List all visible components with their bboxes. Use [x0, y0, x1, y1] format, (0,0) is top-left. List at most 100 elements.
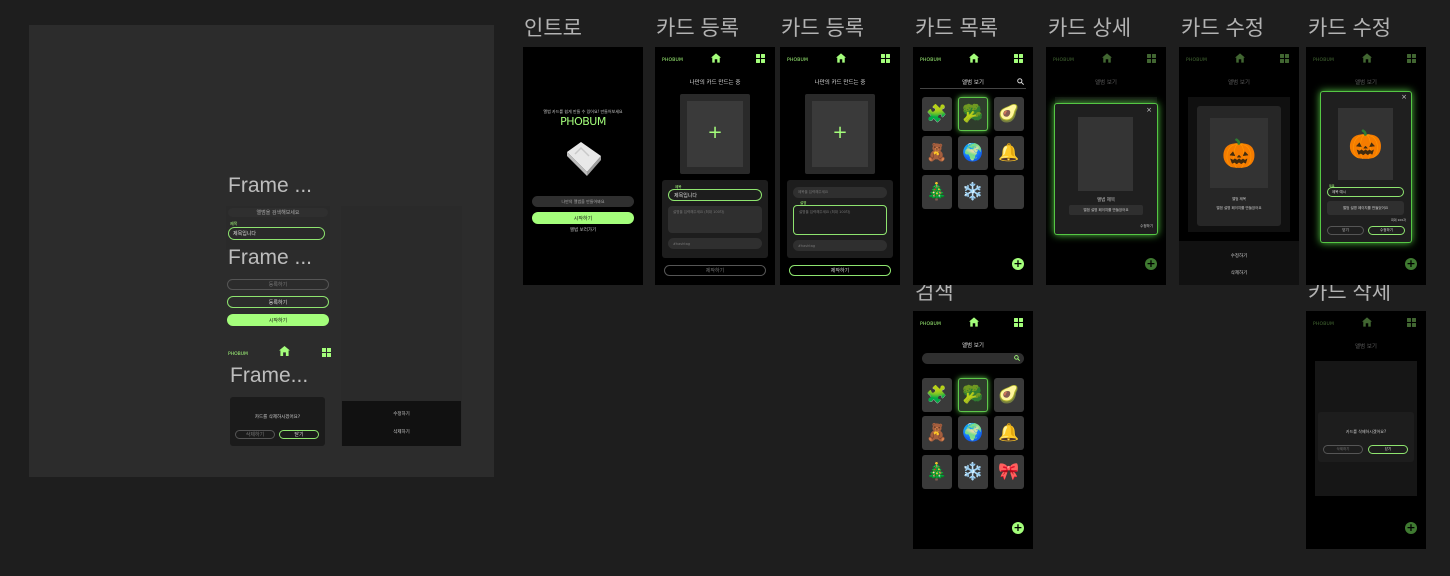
- grid-icon[interactable]: [1014, 318, 1023, 327]
- frame-label: Frame ...: [228, 246, 313, 269]
- card-item[interactable]: ❄️: [958, 175, 988, 209]
- card-item[interactable]: 🧸: [922, 416, 952, 450]
- add-card-button[interactable]: +: [1012, 258, 1024, 270]
- image-upload-area[interactable]: +: [680, 94, 750, 174]
- search-input[interactable]: [922, 353, 1024, 364]
- submit-button[interactable]: 제작하기: [789, 265, 891, 276]
- intro-input[interactable]: 나만의 앨범을 만들어봐요: [532, 196, 634, 207]
- delete-confirm-modal: 카드를 삭제하시겠어요? 삭제하기 닫기: [1318, 412, 1414, 462]
- add-card-button[interactable]: +: [1405, 258, 1417, 270]
- home-icon[interactable]: [1102, 53, 1112, 63]
- card-item[interactable]: 🎄: [922, 455, 952, 489]
- grid-icon[interactable]: [1407, 54, 1416, 63]
- home-icon[interactable]: [1362, 317, 1372, 327]
- frame-label-register-2: 카드 등록: [781, 17, 865, 40]
- search-icon[interactable]: [1017, 78, 1024, 85]
- action-sheet: 수정하기 삭제하기: [342, 401, 461, 446]
- grid-icon[interactable]: [1407, 318, 1416, 327]
- close-button[interactable]: 닫기: [1368, 445, 1408, 454]
- edit-action[interactable]: 수정하기: [1179, 253, 1299, 259]
- register-title: 나만의 카드 만드는 중: [689, 80, 741, 86]
- image-upload-area[interactable]: +: [805, 94, 875, 174]
- delete-action[interactable]: 삭제하기: [342, 429, 461, 435]
- register-button-dim[interactable]: 등록하기: [227, 279, 329, 290]
- close-icon[interactable]: ×: [1401, 93, 1407, 101]
- intro-screen: 앨범 카드를 쉽게 만들 수 있어요! 만들어보세요 PHOBUM 나만의 앨범…: [523, 47, 643, 285]
- card-item[interactable]: 🎄: [922, 175, 952, 209]
- header-component: PHOBUM: [226, 344, 334, 362]
- delete-action[interactable]: 삭제하기: [1179, 270, 1299, 276]
- add-card-button[interactable]: +: [1405, 522, 1417, 534]
- edit-action[interactable]: 수정하기: [342, 411, 461, 417]
- brand-logo: PHOBUM: [228, 352, 248, 357]
- intro-browse-link[interactable]: 앨범 보러가기: [523, 227, 643, 233]
- detail-modal: × 앨범 제목 앨범 설명 페이지를 만들었어요 수정하기: [1054, 103, 1158, 235]
- close-icon[interactable]: ×: [1146, 106, 1152, 114]
- card-item[interactable]: 🧸: [922, 136, 952, 170]
- card-item[interactable]: 🔔: [994, 416, 1024, 450]
- action-sheet: 수정하기 삭제하기: [1179, 241, 1299, 285]
- brand-logo: PHOBUM: [1313, 322, 1335, 327]
- grid-icon[interactable]: [1014, 54, 1023, 63]
- intro-start-button[interactable]: 시작하기: [532, 212, 634, 224]
- grid-icon[interactable]: [756, 54, 765, 63]
- pumpkin-image: 🎃: [1210, 118, 1268, 188]
- add-image-icon[interactable]: +: [812, 101, 868, 167]
- cancel-button[interactable]: 닫기: [1327, 226, 1364, 235]
- save-button[interactable]: 수정하기: [1368, 226, 1405, 235]
- cancel-button[interactable]: 삭제하기: [1323, 445, 1363, 454]
- register-button[interactable]: 등록하기: [227, 296, 329, 308]
- card-item[interactable]: 🎀: [994, 455, 1024, 489]
- description-input[interactable]: 설명을 입력해주세요 (최대 100자): [668, 206, 762, 233]
- grid-icon[interactable]: [881, 54, 890, 63]
- frame-label-detail: 카드 상세: [1048, 17, 1132, 40]
- grid-icon[interactable]: [1147, 54, 1156, 63]
- home-icon[interactable]: [969, 53, 979, 63]
- grid-icon[interactable]: [1280, 54, 1289, 63]
- home-icon[interactable]: [1235, 53, 1245, 63]
- hashtag-input[interactable]: #hashtag: [793, 240, 887, 251]
- home-icon[interactable]: [711, 53, 721, 63]
- edit-link[interactable]: 수정하기: [1140, 224, 1153, 229]
- home-icon[interactable]: [836, 53, 846, 63]
- card-item[interactable]: ❄️: [958, 455, 988, 489]
- detail-modal-dim: 🎃 앨범 제목 앨범 설명 페이지를 만들었어요: [1197, 106, 1281, 226]
- title-input[interactable]: 제목 예시: [1327, 187, 1404, 197]
- add-image-icon[interactable]: +: [687, 101, 743, 167]
- card-item[interactable]: 🌍: [958, 136, 988, 170]
- card-item[interactable]: 🧩: [922, 97, 952, 131]
- search-pill[interactable]: 앨범을 검색해보세요: [228, 208, 328, 217]
- card-item[interactable]: 🌍: [958, 416, 988, 450]
- card-item[interactable]: 🥑: [994, 378, 1024, 412]
- card-item-empty[interactable]: [994, 175, 1024, 209]
- card-item[interactable]: 🥦: [958, 97, 988, 131]
- start-button[interactable]: 시작하기: [227, 314, 329, 326]
- brand-logo: PHOBUM: [662, 58, 684, 63]
- home-icon[interactable]: [969, 317, 979, 327]
- title-input[interactable]: 제목입니다: [668, 189, 762, 201]
- frame-label-intro: 인트로: [524, 17, 582, 40]
- add-card-button[interactable]: +: [1145, 258, 1157, 270]
- brand-logo: PHOBUM: [1053, 58, 1075, 63]
- submit-button-disabled[interactable]: 제작하기: [664, 265, 766, 276]
- cancel-button[interactable]: 삭제하기: [235, 430, 275, 439]
- card-item[interactable]: 🥦: [958, 378, 988, 412]
- search-icon[interactable]: [1014, 355, 1020, 361]
- description-input[interactable]: 설명을 입력해주세요 (최대 100자): [793, 205, 887, 235]
- char-limit-hint: 최대 100자: [1391, 218, 1406, 222]
- title-field[interactable]: 제목입니다: [228, 227, 325, 240]
- title-input[interactable]: 제목을 입력해주세요: [793, 187, 887, 198]
- card-item[interactable]: 🧩: [922, 378, 952, 412]
- description-input[interactable]: 앨범 설명 페이지를 만들었어요: [1327, 201, 1404, 215]
- add-card-button[interactable]: +: [1012, 522, 1024, 534]
- close-button[interactable]: 닫기: [279, 430, 319, 439]
- home-icon[interactable]: [1362, 53, 1372, 63]
- frame-label-register-1: 카드 등록: [656, 17, 740, 40]
- frame-label: Frame...: [230, 364, 309, 387]
- card-item[interactable]: 🔔: [994, 136, 1024, 170]
- hashtag-input[interactable]: #hashtag: [668, 238, 762, 249]
- grid-icon[interactable]: [322, 348, 331, 357]
- home-icon[interactable]: [279, 346, 290, 356]
- card-item[interactable]: 🥑: [994, 97, 1024, 131]
- register-form: 제목 제목입니다 설명을 입력해주세요 (최대 100자) #hashtag: [662, 180, 768, 258]
